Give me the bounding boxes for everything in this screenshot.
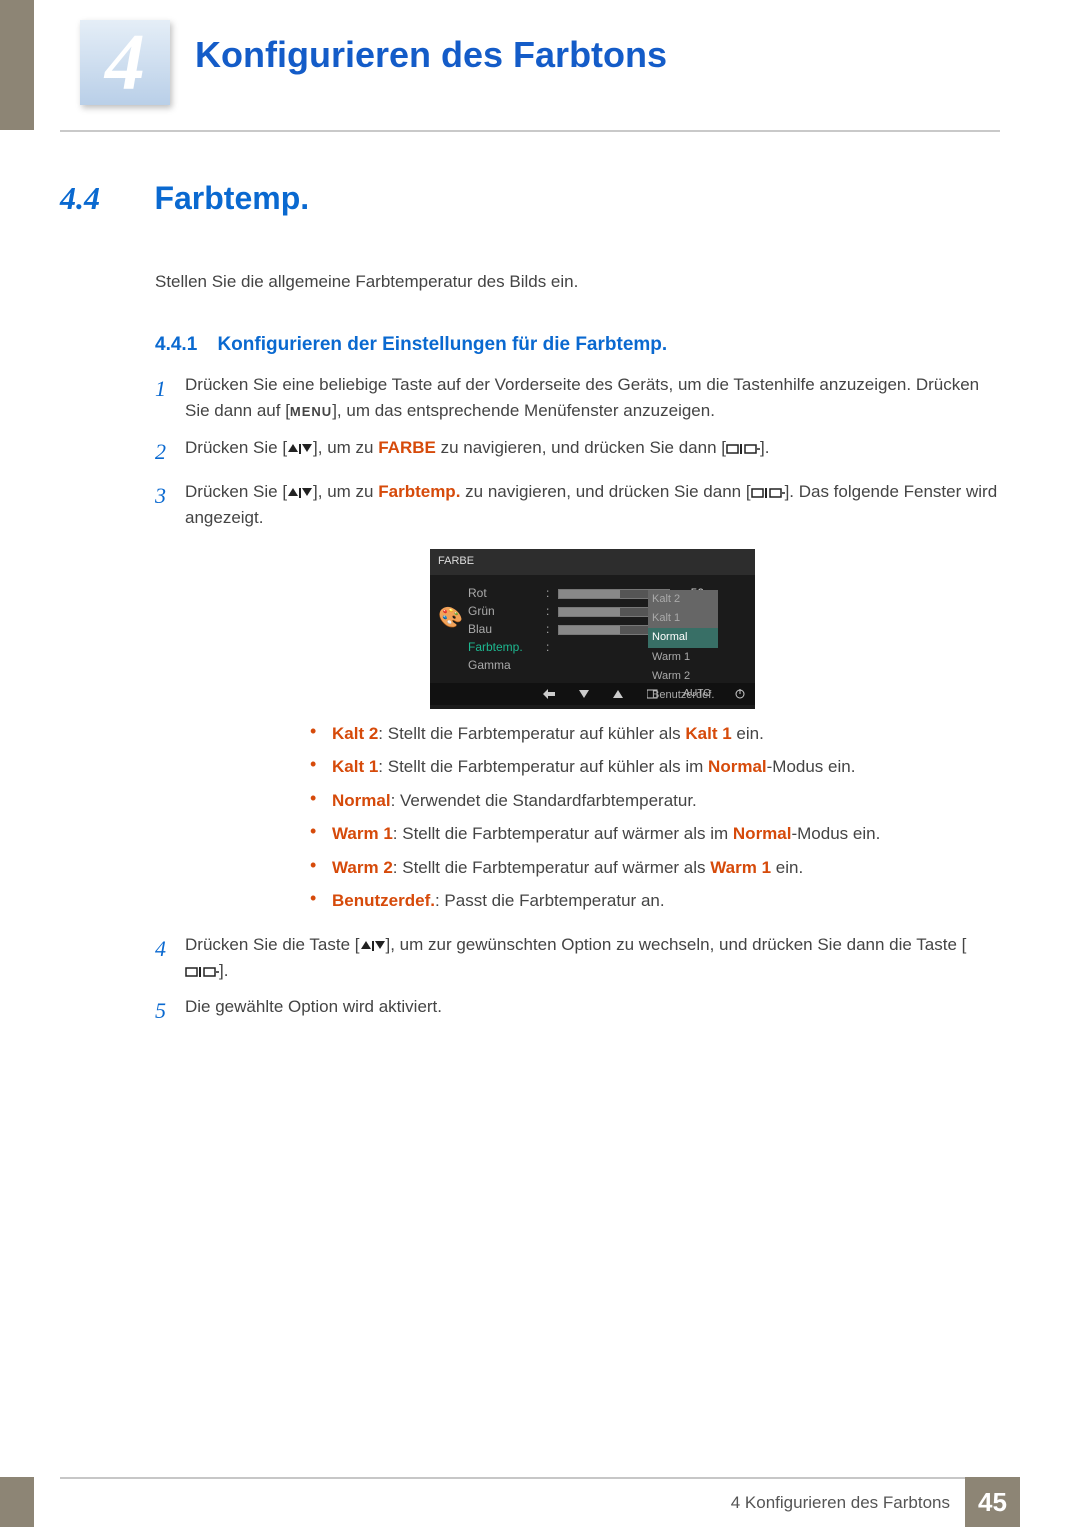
steps-list: 1 Drücken Sie eine beliebige Taste auf d…: [155, 372, 1000, 1028]
bullet-dot: •: [310, 754, 332, 780]
section-title: Farbtemp.: [154, 180, 309, 217]
enter-source-icon: [726, 442, 760, 456]
enter-source-icon: [751, 486, 785, 500]
step-4: 4 Drücken Sie die Taste [], um zur gewün…: [155, 932, 1000, 985]
bullet-item: •Benutzerdef.: Passt die Farbtemperatur …: [310, 888, 1000, 914]
step-body: Drücken Sie eine beliebige Taste auf der…: [185, 372, 1000, 425]
header-rule: [60, 130, 1000, 132]
bullet-dot: •: [310, 788, 332, 814]
page-footer: 4 Konfigurieren des Farbtons 45: [0, 1477, 1080, 1527]
bullet-dot: •: [310, 888, 332, 914]
step-number: 3: [155, 479, 185, 922]
menu-label: MENU: [290, 404, 332, 419]
up-icon: [613, 690, 623, 698]
intro-text: Stellen Sie die allgemeine Farbtemperatu…: [155, 272, 1000, 292]
bullet-dot: •: [310, 855, 332, 881]
step-3: 3 Drücken Sie [], um zu Farbtemp. zu nav…: [155, 479, 1000, 922]
palette-icon: 🎨: [438, 603, 463, 634]
step-body: Drücken Sie [], um zu Farbtemp. zu navig…: [185, 479, 1000, 922]
chapter-title: Konfigurieren des Farbtons: [195, 34, 667, 76]
nav-target: Farbtemp.: [378, 482, 460, 501]
bullet-list: •Kalt 2: Stellt die Farbtemperatur auf k…: [310, 721, 1000, 914]
content: 4.4 Farbtemp. Stellen Sie die allgemeine…: [60, 180, 1000, 1038]
step-1: 1 Drücken Sie eine beliebige Taste auf d…: [155, 372, 1000, 425]
step-number: 5: [155, 994, 185, 1028]
osd-option: Kalt 2: [648, 590, 718, 609]
chapter-number: 4: [105, 23, 145, 103]
osd-body: 🎨 Rot:50Grün:50Blau:50 Farbtemp.: Kalt 2…: [430, 575, 755, 683]
up-down-icon: [287, 486, 313, 500]
osd-window: FARBE 🎨 Rot:50Grün:50Blau:50 Farbtemp.: …: [430, 549, 755, 708]
step-5: 5 Die gewählte Option wird aktiviert.: [155, 994, 1000, 1028]
osd-option: Kalt 1: [648, 609, 718, 628]
osd-option: Warm 1: [648, 648, 718, 667]
manual-page: 4 Konfigurieren des Farbtons 4.4 Farbtem…: [0, 0, 1080, 1527]
step-2: 2 Drücken Sie [], um zu FARBE zu navigie…: [155, 435, 1000, 469]
step-body: Drücken Sie [], um zu FARBE zu navigiere…: [185, 435, 1000, 469]
chapter-badge: 4: [80, 20, 170, 105]
bullet-item: •Kalt 2: Stellt die Farbtemperatur auf k…: [310, 721, 1000, 747]
subsection-title: Konfigurieren der Einstellungen für die …: [217, 334, 667, 356]
down-icon: [579, 690, 589, 698]
bullet-dot: •: [310, 721, 332, 747]
footer-label: 4 Konfigurieren des Farbtons: [731, 1493, 950, 1513]
page-number: 45: [965, 1477, 1020, 1527]
step-body: Drücken Sie die Taste [], um zur gewünsc…: [185, 932, 1000, 985]
bullet-item: •Kalt 1: Stellt die Farbtemperatur auf k…: [310, 754, 1000, 780]
bullet-item: •Warm 2: Stellt die Farbtemperatur auf w…: [310, 855, 1000, 881]
bullet-item: •Warm 1: Stellt die Farbtemperatur auf w…: [310, 821, 1000, 847]
up-down-icon: [360, 939, 386, 953]
osd-option: Benutzerdef.: [648, 686, 718, 705]
step-number: 1: [155, 372, 185, 425]
bullet-item: •Normal: Verwendet die Standardfarbtempe…: [310, 788, 1000, 814]
step-number: 2: [155, 435, 185, 469]
nav-target: FARBE: [378, 438, 436, 457]
enter-source-icon: [185, 965, 219, 979]
subsection-number: 4.4.1: [155, 334, 213, 356]
footer-rule: [60, 1477, 1020, 1479]
section-number: 4.4: [60, 180, 150, 217]
up-down-icon: [287, 442, 313, 456]
step-body: Die gewählte Option wird aktiviert.: [185, 994, 1000, 1028]
osd-option: Normal: [648, 628, 718, 647]
osd-option: Warm 2: [648, 667, 718, 686]
bullet-dot: •: [310, 821, 332, 847]
osd-row-farbtemp: Farbtemp.: Kalt 2Kalt 1NormalWarm 1Warm …: [468, 639, 747, 657]
osd-title: FARBE: [430, 549, 755, 574]
step-number: 4: [155, 932, 185, 985]
back-icon: [543, 689, 555, 699]
side-strip-top: [0, 0, 34, 130]
power-icon: [735, 689, 745, 699]
